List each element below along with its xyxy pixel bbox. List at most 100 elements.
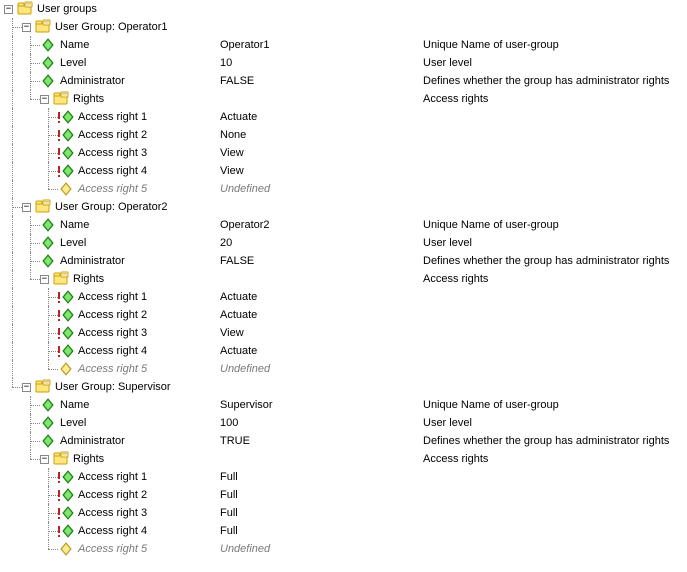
rights-node[interactable]: −RightsAccess rights bbox=[4, 270, 687, 288]
diamond-icon bbox=[58, 307, 74, 323]
right-node[interactable]: Access right 1Actuate bbox=[4, 108, 687, 126]
rights-label: Rights bbox=[73, 93, 104, 105]
tree-branch bbox=[22, 306, 40, 324]
property-node[interactable]: Administrator FALSE Defines whether the gr… bbox=[4, 252, 687, 270]
right-node[interactable]: Access right 5Undefined bbox=[4, 180, 687, 198]
property-node[interactable]: Level20User level bbox=[4, 234, 687, 252]
folder-icon bbox=[35, 379, 51, 395]
property-node[interactable]: Level 100 User level bbox=[4, 414, 687, 432]
tree-branch bbox=[40, 342, 58, 360]
expand-toggle[interactable]: − bbox=[40, 95, 49, 104]
rights-node[interactable]: −RightsAccess rights bbox=[4, 450, 687, 468]
tree-branch bbox=[4, 360, 22, 378]
rights-desc: Access rights bbox=[423, 453, 488, 465]
tree-branch bbox=[22, 504, 40, 522]
prop-desc: User level bbox=[423, 417, 472, 429]
expand-toggle[interactable]: − bbox=[22, 23, 31, 32]
group-header: User Group: Supervisor bbox=[55, 381, 171, 393]
right-node[interactable]: Access right 4Actuate bbox=[4, 342, 687, 360]
tree-branch bbox=[40, 540, 58, 558]
expand-toggle[interactable]: − bbox=[40, 275, 49, 284]
tree-branch bbox=[40, 108, 58, 126]
right-label: Access right 2 bbox=[78, 489, 147, 501]
right-node[interactable]: Access right 3View bbox=[4, 144, 687, 162]
rights-desc: Access rights bbox=[423, 93, 488, 105]
tree-branch bbox=[22, 342, 40, 360]
tree-branch bbox=[4, 486, 22, 504]
diamond-icon bbox=[40, 235, 56, 251]
group-node[interactable]: −User Group: Operator1 bbox=[4, 18, 687, 36]
diamond-icon bbox=[58, 181, 74, 197]
right-node[interactable]: Access right 4 View bbox=[4, 162, 687, 180]
property-node[interactable]: NameOperator2Unique Name of user-group bbox=[4, 216, 687, 234]
tree-branch bbox=[22, 414, 40, 432]
right-value: Actuate bbox=[220, 345, 257, 357]
prop-label: Level bbox=[60, 417, 86, 429]
diamond-icon bbox=[58, 325, 74, 341]
prop-value: 100 bbox=[220, 417, 238, 429]
expand-toggle[interactable]: − bbox=[4, 5, 13, 14]
tree-branch bbox=[4, 90, 22, 108]
diamond-icon bbox=[58, 289, 74, 305]
tree-branch bbox=[22, 522, 40, 540]
tree-branch bbox=[22, 468, 40, 486]
prop-desc: Defines whether the group has administra… bbox=[423, 255, 669, 267]
right-label: Access right 1 bbox=[78, 471, 147, 483]
prop-label: Administrator bbox=[60, 255, 125, 267]
tree-branch bbox=[40, 468, 58, 486]
right-node[interactable]: Access right 3View bbox=[4, 324, 687, 342]
tree-branch bbox=[22, 234, 40, 252]
folder-icon bbox=[53, 271, 69, 287]
property-node[interactable]: AdministratorFALSEDefines whether the gr… bbox=[4, 72, 687, 90]
tree-branch bbox=[4, 252, 22, 270]
tree-branch bbox=[22, 432, 40, 450]
right-label: Access right 4 bbox=[78, 165, 147, 177]
right-node[interactable]: Access right 5Undefined bbox=[4, 360, 687, 378]
right-value: Undefined bbox=[220, 543, 270, 555]
right-node[interactable]: Access right 1Actuate bbox=[4, 288, 687, 306]
expand-toggle[interactable]: − bbox=[22, 203, 31, 212]
right-node[interactable]: Access right 3Full bbox=[4, 504, 687, 522]
group-node[interactable]: − User Group: Supervisor bbox=[4, 378, 687, 396]
tree-branch bbox=[40, 144, 58, 162]
property-node[interactable]: NameOperator1Unique Name of user-group bbox=[4, 36, 687, 54]
right-node[interactable]: Access right 2None bbox=[4, 126, 687, 144]
tree-branch bbox=[22, 108, 40, 126]
tree-branch bbox=[22, 180, 40, 198]
tree-branch bbox=[4, 468, 22, 486]
right-value: Full bbox=[220, 489, 238, 501]
diamond-icon bbox=[58, 541, 74, 557]
expand-toggle[interactable]: − bbox=[22, 383, 31, 392]
diamond-icon bbox=[40, 433, 56, 449]
expand-toggle[interactable]: − bbox=[40, 455, 49, 464]
tree-branch bbox=[4, 324, 22, 342]
tree-branch bbox=[40, 324, 58, 342]
property-node[interactable]: Level10User level bbox=[4, 54, 687, 72]
tree-branch bbox=[4, 144, 22, 162]
folder-icon bbox=[53, 91, 69, 107]
prop-value: 10 bbox=[220, 57, 232, 69]
tree-branch bbox=[4, 126, 22, 144]
tree-branch bbox=[4, 288, 22, 306]
right-value: Full bbox=[220, 525, 238, 537]
right-value: Actuate bbox=[220, 111, 257, 123]
rights-node[interactable]: − Rights Access rights bbox=[4, 90, 687, 108]
right-node[interactable]: Access right 1Full bbox=[4, 468, 687, 486]
property-node[interactable]: AdministratorTRUEDefines whether the gro… bbox=[4, 432, 687, 450]
right-node[interactable]: Access right 5Undefined bbox=[4, 540, 687, 558]
tree-branch bbox=[22, 270, 40, 288]
tree-branch bbox=[40, 180, 58, 198]
right-node[interactable]: Access right 4Full bbox=[4, 522, 687, 540]
prop-value: 20 bbox=[220, 237, 232, 249]
tree-branch bbox=[22, 252, 40, 270]
prop-value: FALSE bbox=[220, 255, 254, 267]
right-node[interactable]: Access right 2 Full bbox=[4, 486, 687, 504]
root-node[interactable]: −User groups bbox=[4, 0, 687, 18]
property-node[interactable]: NameSupervisorUnique Name of user-group bbox=[4, 396, 687, 414]
prop-value: TRUE bbox=[220, 435, 250, 447]
group-node[interactable]: −User Group: Operator2 bbox=[4, 198, 687, 216]
right-node[interactable]: Access right 2Actuate bbox=[4, 306, 687, 324]
right-value: View bbox=[220, 165, 244, 177]
tree-branch bbox=[4, 540, 22, 558]
tree-branch bbox=[22, 540, 40, 558]
